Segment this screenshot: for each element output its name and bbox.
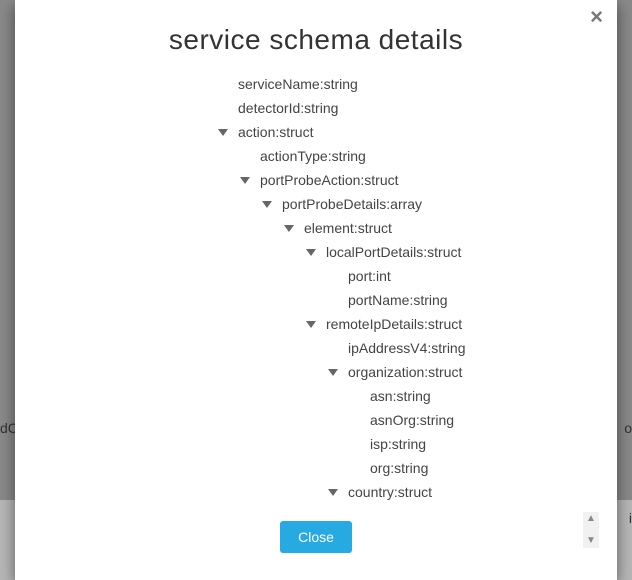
schema-details-modal: × service schema details serviceName:str… xyxy=(15,0,617,580)
tree-row: ipAddressV4:string xyxy=(218,336,589,360)
tree-node-label: portProbeDetails:array xyxy=(282,196,422,212)
vertical-scrollbar-stub[interactable]: ▲ ▼ xyxy=(583,512,599,548)
modal-body: serviceName:string detectorId:string actio… xyxy=(33,72,599,570)
tree-row: detectorId:string xyxy=(218,96,589,120)
scroll-down-icon[interactable]: ▼ xyxy=(586,536,596,546)
tree-node-label: serviceName:string xyxy=(238,76,358,92)
tree-row: asn:string xyxy=(218,384,589,408)
caret-down-icon[interactable] xyxy=(328,487,338,497)
schema-tree[interactable]: serviceName:string detectorId:string actio… xyxy=(33,72,599,515)
tree-node-label: organization:struct xyxy=(348,364,462,380)
caret-down-icon[interactable] xyxy=(284,223,294,233)
tree-row: organization:struct xyxy=(218,360,589,384)
tree-row: org:string xyxy=(218,456,589,480)
tree-row: element:struct xyxy=(218,216,589,240)
tree-row: remoteIpDetails:struct xyxy=(218,312,589,336)
tree-node-label: ipAddressV4:string xyxy=(348,340,466,356)
tree-node-label: asn:string xyxy=(370,388,431,404)
tree-row: portProbeAction:struct xyxy=(218,168,589,192)
close-button[interactable]: Close xyxy=(280,521,352,553)
tree-row: portName:string xyxy=(218,288,589,312)
tree-node-label: portProbeAction:struct xyxy=(260,172,399,188)
tree-node-label: localPortDetails:struct xyxy=(326,244,461,260)
tree-node-label: org:string xyxy=(370,460,428,476)
tree-row: port:int xyxy=(218,264,589,288)
tree-node-label: remoteIpDetails:struct xyxy=(326,316,462,332)
caret-down-icon[interactable] xyxy=(240,175,250,185)
tree-row: actionType:string xyxy=(218,144,589,168)
tree-row: serviceName:string xyxy=(218,72,589,96)
tree-node-label: port:int xyxy=(348,268,391,284)
tree-row: isp:string xyxy=(218,432,589,456)
tree-row: action:struct xyxy=(218,120,589,144)
background-text-fragment: o xyxy=(624,420,632,436)
tree-node-label: element:struct xyxy=(304,220,392,236)
caret-down-icon[interactable] xyxy=(218,127,228,137)
tree-node-label: detectorId:string xyxy=(238,100,338,116)
tree-node-label: portName:string xyxy=(348,292,448,308)
caret-down-icon[interactable] xyxy=(306,247,316,257)
tree-row: asnOrg:string xyxy=(218,408,589,432)
tree-node-label: actionType:string xyxy=(260,148,366,164)
modal-title: service schema details xyxy=(33,24,599,56)
tree-node-label: action:struct xyxy=(238,124,313,140)
caret-down-icon[interactable] xyxy=(262,199,272,209)
tree-node-label: asnOrg:string xyxy=(370,412,454,428)
horizontal-scrollbar[interactable] xyxy=(33,559,599,570)
tree-row: localPortDetails:struct xyxy=(218,240,589,264)
tree-node-label: isp:string xyxy=(370,436,426,452)
tree-node-label: country:struct xyxy=(348,484,432,500)
close-icon[interactable]: × xyxy=(590,6,603,28)
tree-row: country:struct xyxy=(218,480,589,504)
caret-down-icon[interactable] xyxy=(328,367,338,377)
scroll-up-icon[interactable]: ▲ xyxy=(586,514,596,524)
tree-row: portProbeDetails:array xyxy=(218,192,589,216)
caret-down-icon[interactable] xyxy=(306,319,316,329)
